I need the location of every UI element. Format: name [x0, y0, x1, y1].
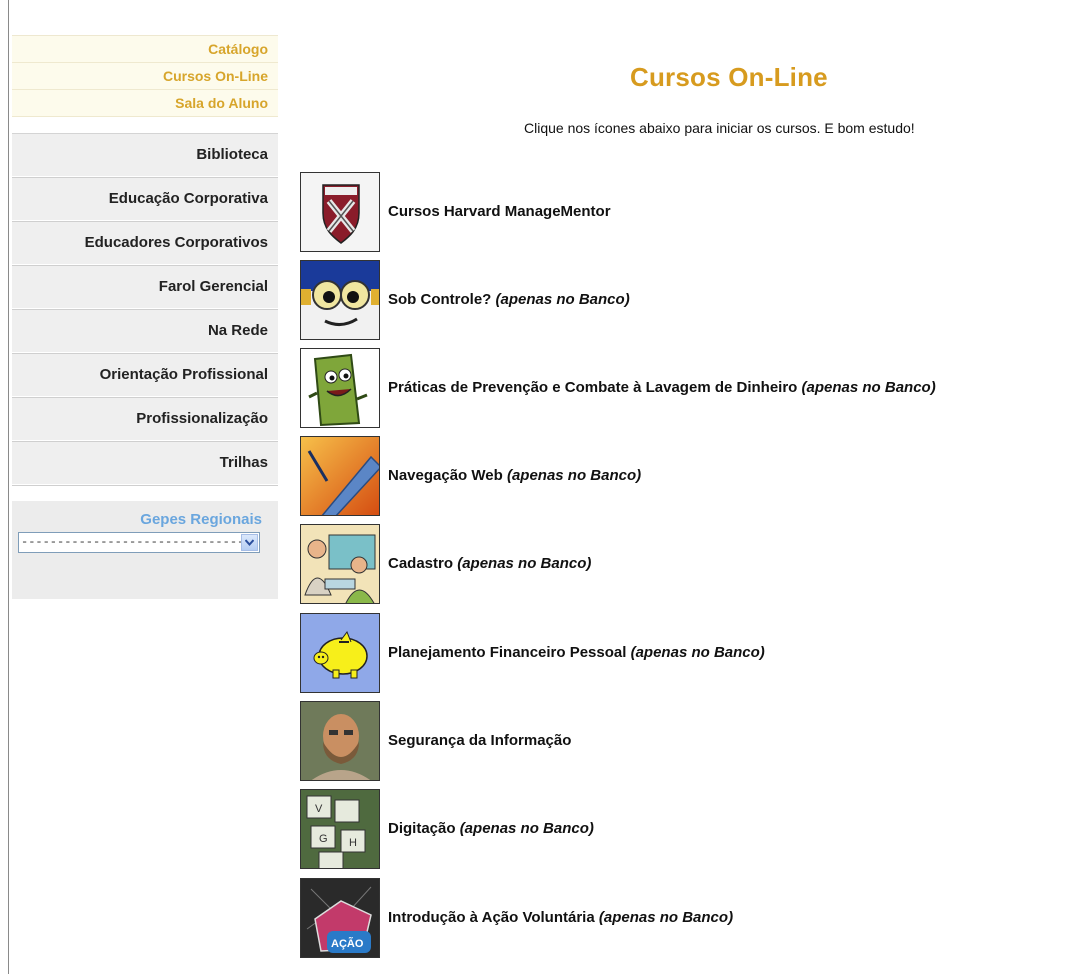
acao-logo-icon[interactable]: AÇÃO	[300, 878, 380, 958]
course-item[interactable]: Navegação Web (apenas no Banco)	[300, 436, 1070, 518]
cartoon-eyes-icon[interactable]	[300, 260, 380, 340]
gepes-regionais-panel: Gepes Regionais ------------------------…	[12, 501, 278, 599]
office-people-icon[interactable]	[300, 524, 380, 604]
chevron-down-icon[interactable]	[241, 534, 258, 551]
nav-item-trilhas[interactable]: Trilhas	[12, 442, 278, 485]
nav-item-educadores-corporativos[interactable]: Educadores Corporativos	[12, 222, 278, 265]
top-link-sala-do-aluno[interactable]: Sala do Aluno	[12, 90, 278, 117]
top-link-cursos-online[interactable]: Cursos On-Line	[12, 63, 278, 90]
course-item[interactable]: Cadastro (apenas no Banco)	[300, 524, 1070, 606]
keyboard-keys-icon[interactable]: V G H	[300, 789, 380, 869]
course-label[interactable]: Introdução à Ação Voluntária (apenas no …	[388, 909, 733, 926]
svg-text:G: G	[319, 833, 328, 845]
money-character-icon[interactable]	[300, 348, 380, 428]
svg-text:V: V	[315, 803, 323, 815]
nav-item-profissionalizacao[interactable]: Profissionalização	[12, 398, 278, 441]
page-subtitle: Clique nos ícones abaixo para iniciar os…	[524, 120, 915, 136]
course-label[interactable]: Cursos Harvard ManageMentor	[388, 203, 611, 220]
course-label[interactable]: Segurança da Informação	[388, 732, 571, 749]
sidebar: Catálogo Cursos On-Line Sala do Aluno Bi…	[12, 35, 278, 599]
course-label[interactable]: Planejamento Financeiro Pessoal (apenas …	[388, 644, 765, 661]
course-item[interactable]: Cursos Harvard ManageMentor	[300, 172, 1070, 254]
nav-menu: Biblioteca Educação Corporativa Educador…	[12, 133, 278, 485]
nav-item-farol-gerencial[interactable]: Farol Gerencial	[12, 266, 278, 309]
harvard-shield-icon[interactable]	[300, 172, 380, 252]
course-label[interactable]: Sob Controle? (apenas no Banco)	[388, 291, 630, 308]
network-cable-icon[interactable]	[300, 436, 380, 516]
nav-item-educacao-corporativa[interactable]: Educação Corporativa	[12, 178, 278, 221]
course-label[interactable]: Cadastro (apenas no Banco)	[388, 555, 591, 572]
page-title: Cursos On-Line	[630, 62, 828, 92]
bearded-man-icon[interactable]	[300, 701, 380, 781]
course-item[interactable]: Sob Controle? (apenas no Banco)	[300, 260, 1070, 342]
gepes-regionais-select[interactable]: --------------------------------	[18, 532, 260, 553]
course-item[interactable]: Segurança da Informação	[300, 701, 1070, 783]
svg-text:H: H	[349, 837, 357, 849]
course-label[interactable]: Práticas de Prevenção e Combate à Lavage…	[388, 379, 936, 396]
course-item[interactable]: Planejamento Financeiro Pessoal (apenas …	[300, 613, 1070, 695]
nav-item-biblioteca[interactable]: Biblioteca	[12, 134, 278, 177]
course-item[interactable]: V G H Digitação (apenas no Banco)	[300, 789, 1070, 871]
top-links: Catálogo Cursos On-Line Sala do Aluno	[12, 35, 278, 117]
piggy-bank-icon[interactable]	[300, 613, 380, 693]
top-link-catalogo[interactable]: Catálogo	[12, 36, 278, 63]
nav-item-na-rede[interactable]: Na Rede	[12, 310, 278, 353]
svg-text:AÇÃO: AÇÃO	[331, 937, 364, 950]
course-label[interactable]: Digitação (apenas no Banco)	[388, 820, 594, 837]
course-item[interactable]: AÇÃO Introdução à Ação Voluntária (apena…	[300, 878, 1070, 960]
course-item[interactable]: Práticas de Prevenção e Combate à Lavage…	[300, 348, 1070, 430]
nav-item-orientacao-profissional[interactable]: Orientação Profissional	[12, 354, 278, 397]
gepes-regionais-title: Gepes Regionais	[140, 511, 262, 528]
course-label[interactable]: Navegação Web (apenas no Banco)	[388, 467, 641, 484]
left-border-line	[8, 0, 9, 974]
gepes-select-value: --------------------------------	[21, 535, 252, 549]
